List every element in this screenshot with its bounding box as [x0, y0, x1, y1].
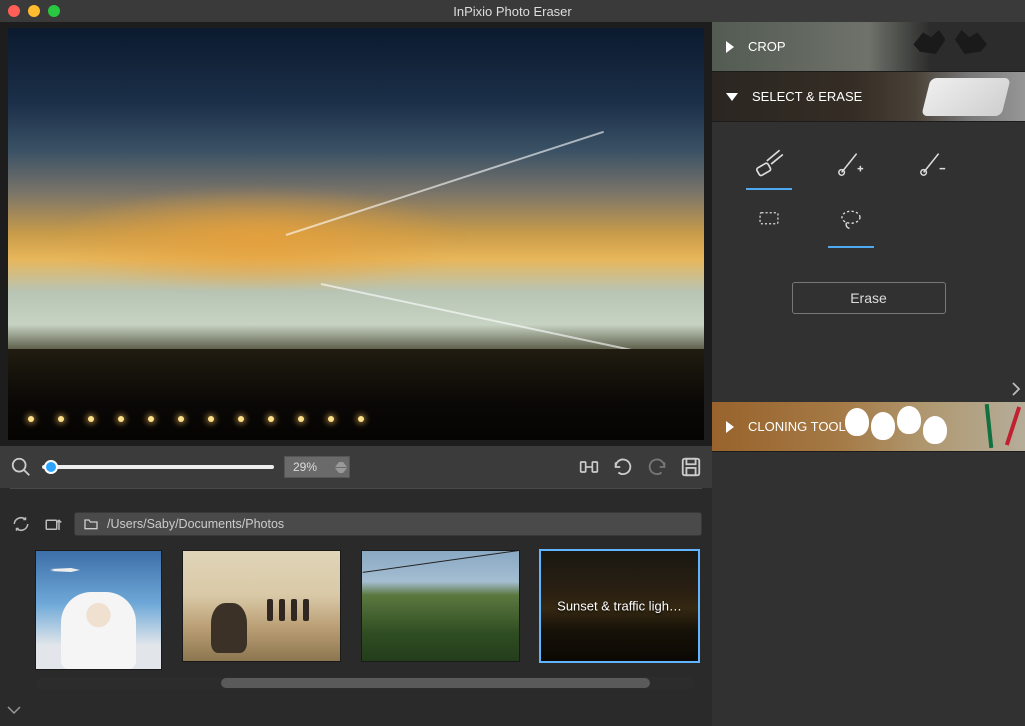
- image-canvas[interactable]: [8, 28, 704, 440]
- thumbnail[interactable]: [362, 551, 519, 661]
- folder-icon: [83, 516, 99, 532]
- crop-graphic: [913, 30, 987, 54]
- thumbnail-label: Sunset & traffic ligh…: [541, 599, 698, 614]
- save-icon[interactable]: [680, 456, 702, 478]
- redo-icon[interactable]: [646, 456, 668, 478]
- erase-tools-area: Erase: [712, 122, 1025, 402]
- expand-right-button[interactable]: [1005, 374, 1025, 404]
- zoom-percent-field[interactable]: 29%: [284, 456, 350, 478]
- right-panel: CROP SELECT & ERASE: [712, 22, 1025, 726]
- thumbnail-scrollbar[interactable]: [36, 677, 696, 689]
- clone-graphic: [837, 402, 1025, 451]
- zoom-strip: 29%: [0, 446, 712, 488]
- thumbnail-scrollbar-thumb[interactable]: [221, 678, 650, 688]
- app-title: InPixio Photo Eraser: [0, 4, 1025, 19]
- canvas-actions: [578, 456, 702, 478]
- zoom-stepper[interactable]: [335, 457, 347, 477]
- window-controls: [8, 5, 60, 17]
- thumbnail-strip: Sunset & traffic ligh…: [0, 541, 712, 671]
- clone-panel-header[interactable]: CLONING TOOL: [712, 402, 1025, 452]
- collapse-browser-button[interactable]: [0, 689, 712, 725]
- brush-subtract-tool-button[interactable]: [912, 142, 954, 184]
- lasso-tool-button[interactable]: [830, 200, 872, 242]
- thumbnail[interactable]: [36, 551, 161, 669]
- brush-add-tool-button[interactable]: [830, 142, 872, 184]
- minimize-window-button[interactable]: [28, 5, 40, 17]
- marquee-tool-button[interactable]: [748, 200, 790, 242]
- clone-panel-label: CLONING TOOL: [748, 419, 846, 434]
- erase-panel-label: SELECT & ERASE: [752, 89, 862, 104]
- fit-to-screen-icon[interactable]: [578, 456, 600, 478]
- erase-panel-header[interactable]: SELECT & ERASE: [712, 72, 1025, 122]
- eraser-tool-button[interactable]: [748, 142, 790, 184]
- left-pane: 29%: [0, 22, 712, 726]
- zoom-slider-thumb[interactable]: [44, 460, 58, 474]
- zoom-percent-value: 29%: [293, 460, 317, 474]
- crop-panel-header[interactable]: CROP: [712, 22, 1025, 72]
- maximize-window-button[interactable]: [48, 5, 60, 17]
- eraser-graphic: [921, 78, 1010, 116]
- collapse-icon: [726, 93, 738, 101]
- crop-panel-label: CROP: [748, 39, 786, 54]
- up-folder-icon[interactable]: [42, 513, 64, 535]
- zoom-icon[interactable]: [10, 456, 32, 478]
- close-window-button[interactable]: [8, 5, 20, 17]
- thumbnail-selected[interactable]: Sunset & traffic ligh…: [541, 551, 698, 661]
- erase-button[interactable]: Erase: [792, 282, 946, 314]
- refresh-icon[interactable]: [10, 513, 32, 535]
- expand-icon: [726, 421, 734, 433]
- titlebar: InPixio Photo Eraser: [0, 0, 1025, 22]
- zoom-slider[interactable]: [42, 465, 274, 469]
- content: 29%: [0, 22, 1025, 726]
- thumbnail[interactable]: [183, 551, 340, 661]
- expand-icon: [726, 41, 734, 53]
- path-text: /Users/Saby/Documents/Photos: [107, 517, 284, 531]
- file-path-strip: /Users/Saby/Documents/Photos: [0, 507, 712, 541]
- path-input[interactable]: /Users/Saby/Documents/Photos: [74, 512, 702, 536]
- canvas-area: [0, 22, 712, 446]
- undo-icon[interactable]: [612, 456, 634, 478]
